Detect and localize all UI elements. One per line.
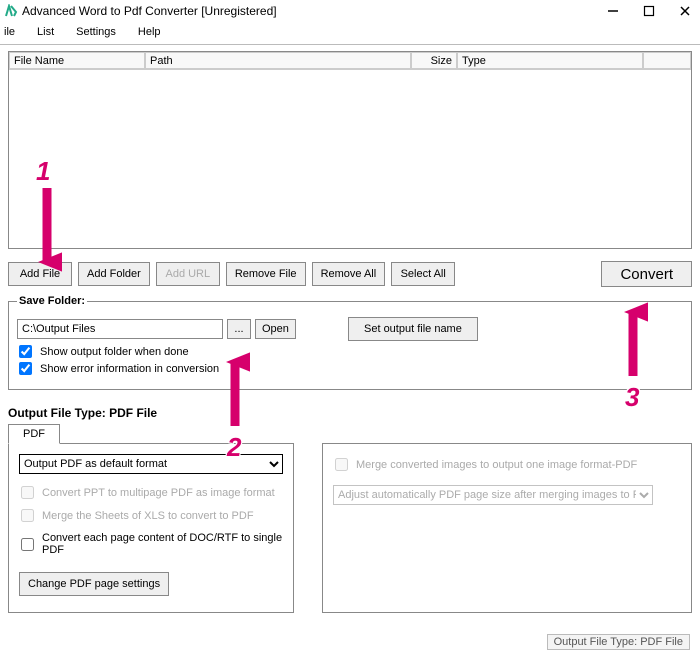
file-list[interactable]: File Name Path Size Type bbox=[8, 51, 692, 249]
col-filename[interactable]: File Name bbox=[9, 52, 145, 69]
output-format-select[interactable]: Output PDF as default format bbox=[19, 454, 283, 474]
menu-list[interactable]: List bbox=[33, 24, 58, 40]
tab-pdf[interactable]: PDF bbox=[8, 424, 60, 444]
merge-xls-checkbox bbox=[21, 509, 34, 522]
window-controls bbox=[606, 4, 692, 18]
page-settings-button[interactable]: Change PDF page settings bbox=[19, 572, 169, 596]
col-path[interactable]: Path bbox=[145, 52, 411, 69]
merge-options-panel: Merge converted images to output one ima… bbox=[322, 443, 692, 613]
menubar: ile List Settings Help bbox=[0, 22, 700, 45]
merge-xls-label: Merge the Sheets of XLS to convert to PD… bbox=[42, 510, 254, 522]
merge-images-checkbox bbox=[335, 458, 348, 471]
show-output-folder-checkbox[interactable] bbox=[19, 345, 32, 358]
col-type[interactable]: Type bbox=[457, 52, 643, 69]
close-button[interactable] bbox=[678, 4, 692, 18]
select-all-button[interactable]: Select All bbox=[391, 262, 455, 286]
each-page-checkbox[interactable] bbox=[21, 538, 34, 551]
file-list-header: File Name Path Size Type bbox=[9, 52, 691, 70]
window-title: Advanced Word to Pdf Converter [Unregist… bbox=[22, 4, 606, 18]
menu-settings[interactable]: Settings bbox=[72, 24, 120, 40]
minimize-button[interactable] bbox=[606, 4, 620, 18]
open-folder-button[interactable]: Open bbox=[255, 319, 296, 339]
output-panels: Output PDF as default format Convert PPT… bbox=[0, 443, 700, 613]
show-output-folder-label: Show output folder when done bbox=[40, 346, 189, 358]
col-extra[interactable] bbox=[643, 52, 691, 69]
convert-button[interactable]: Convert bbox=[601, 261, 692, 287]
save-folder-legend: Save Folder: bbox=[17, 295, 87, 307]
remove-all-button[interactable]: Remove All bbox=[312, 262, 386, 286]
status-text: Output File Type: PDF File bbox=[547, 634, 690, 650]
convert-ppt-checkbox bbox=[21, 486, 34, 499]
output-file-type-label: Output File Type: PDF File bbox=[0, 398, 700, 424]
app-icon bbox=[4, 4, 18, 18]
menu-file[interactable]: ile bbox=[0, 24, 19, 40]
adjust-size-select: Adjust automatically PDF page size after… bbox=[333, 485, 653, 505]
pdf-options-panel: Output PDF as default format Convert PPT… bbox=[8, 443, 294, 613]
titlebar: Advanced Word to Pdf Converter [Unregist… bbox=[0, 0, 700, 22]
menu-help[interactable]: Help bbox=[134, 24, 165, 40]
show-error-info-label: Show error information in conversion bbox=[40, 363, 219, 375]
action-toolbar: Add File Add Folder Add URL Remove File … bbox=[0, 249, 700, 295]
output-path-input[interactable] bbox=[17, 319, 223, 339]
output-tabs: PDF bbox=[0, 424, 700, 444]
browse-button[interactable]: ... bbox=[227, 319, 251, 339]
add-file-button[interactable]: Add File bbox=[8, 262, 72, 286]
show-error-info-checkbox[interactable] bbox=[19, 362, 32, 375]
col-size[interactable]: Size bbox=[411, 52, 457, 69]
convert-ppt-label: Convert PPT to multipage PDF as image fo… bbox=[42, 487, 275, 499]
merge-images-label: Merge converted images to output one ima… bbox=[356, 459, 637, 471]
set-output-name-button[interactable]: Set output file name bbox=[348, 317, 478, 341]
remove-file-button[interactable]: Remove File bbox=[226, 262, 306, 286]
save-folder-group: Save Folder: ... Open Set output file na… bbox=[8, 295, 692, 390]
maximize-button[interactable] bbox=[642, 4, 656, 18]
each-page-label: Convert each page content of DOC/RTF to … bbox=[42, 532, 283, 556]
add-folder-button[interactable]: Add Folder bbox=[78, 262, 150, 286]
add-url-button[interactable]: Add URL bbox=[156, 262, 220, 286]
